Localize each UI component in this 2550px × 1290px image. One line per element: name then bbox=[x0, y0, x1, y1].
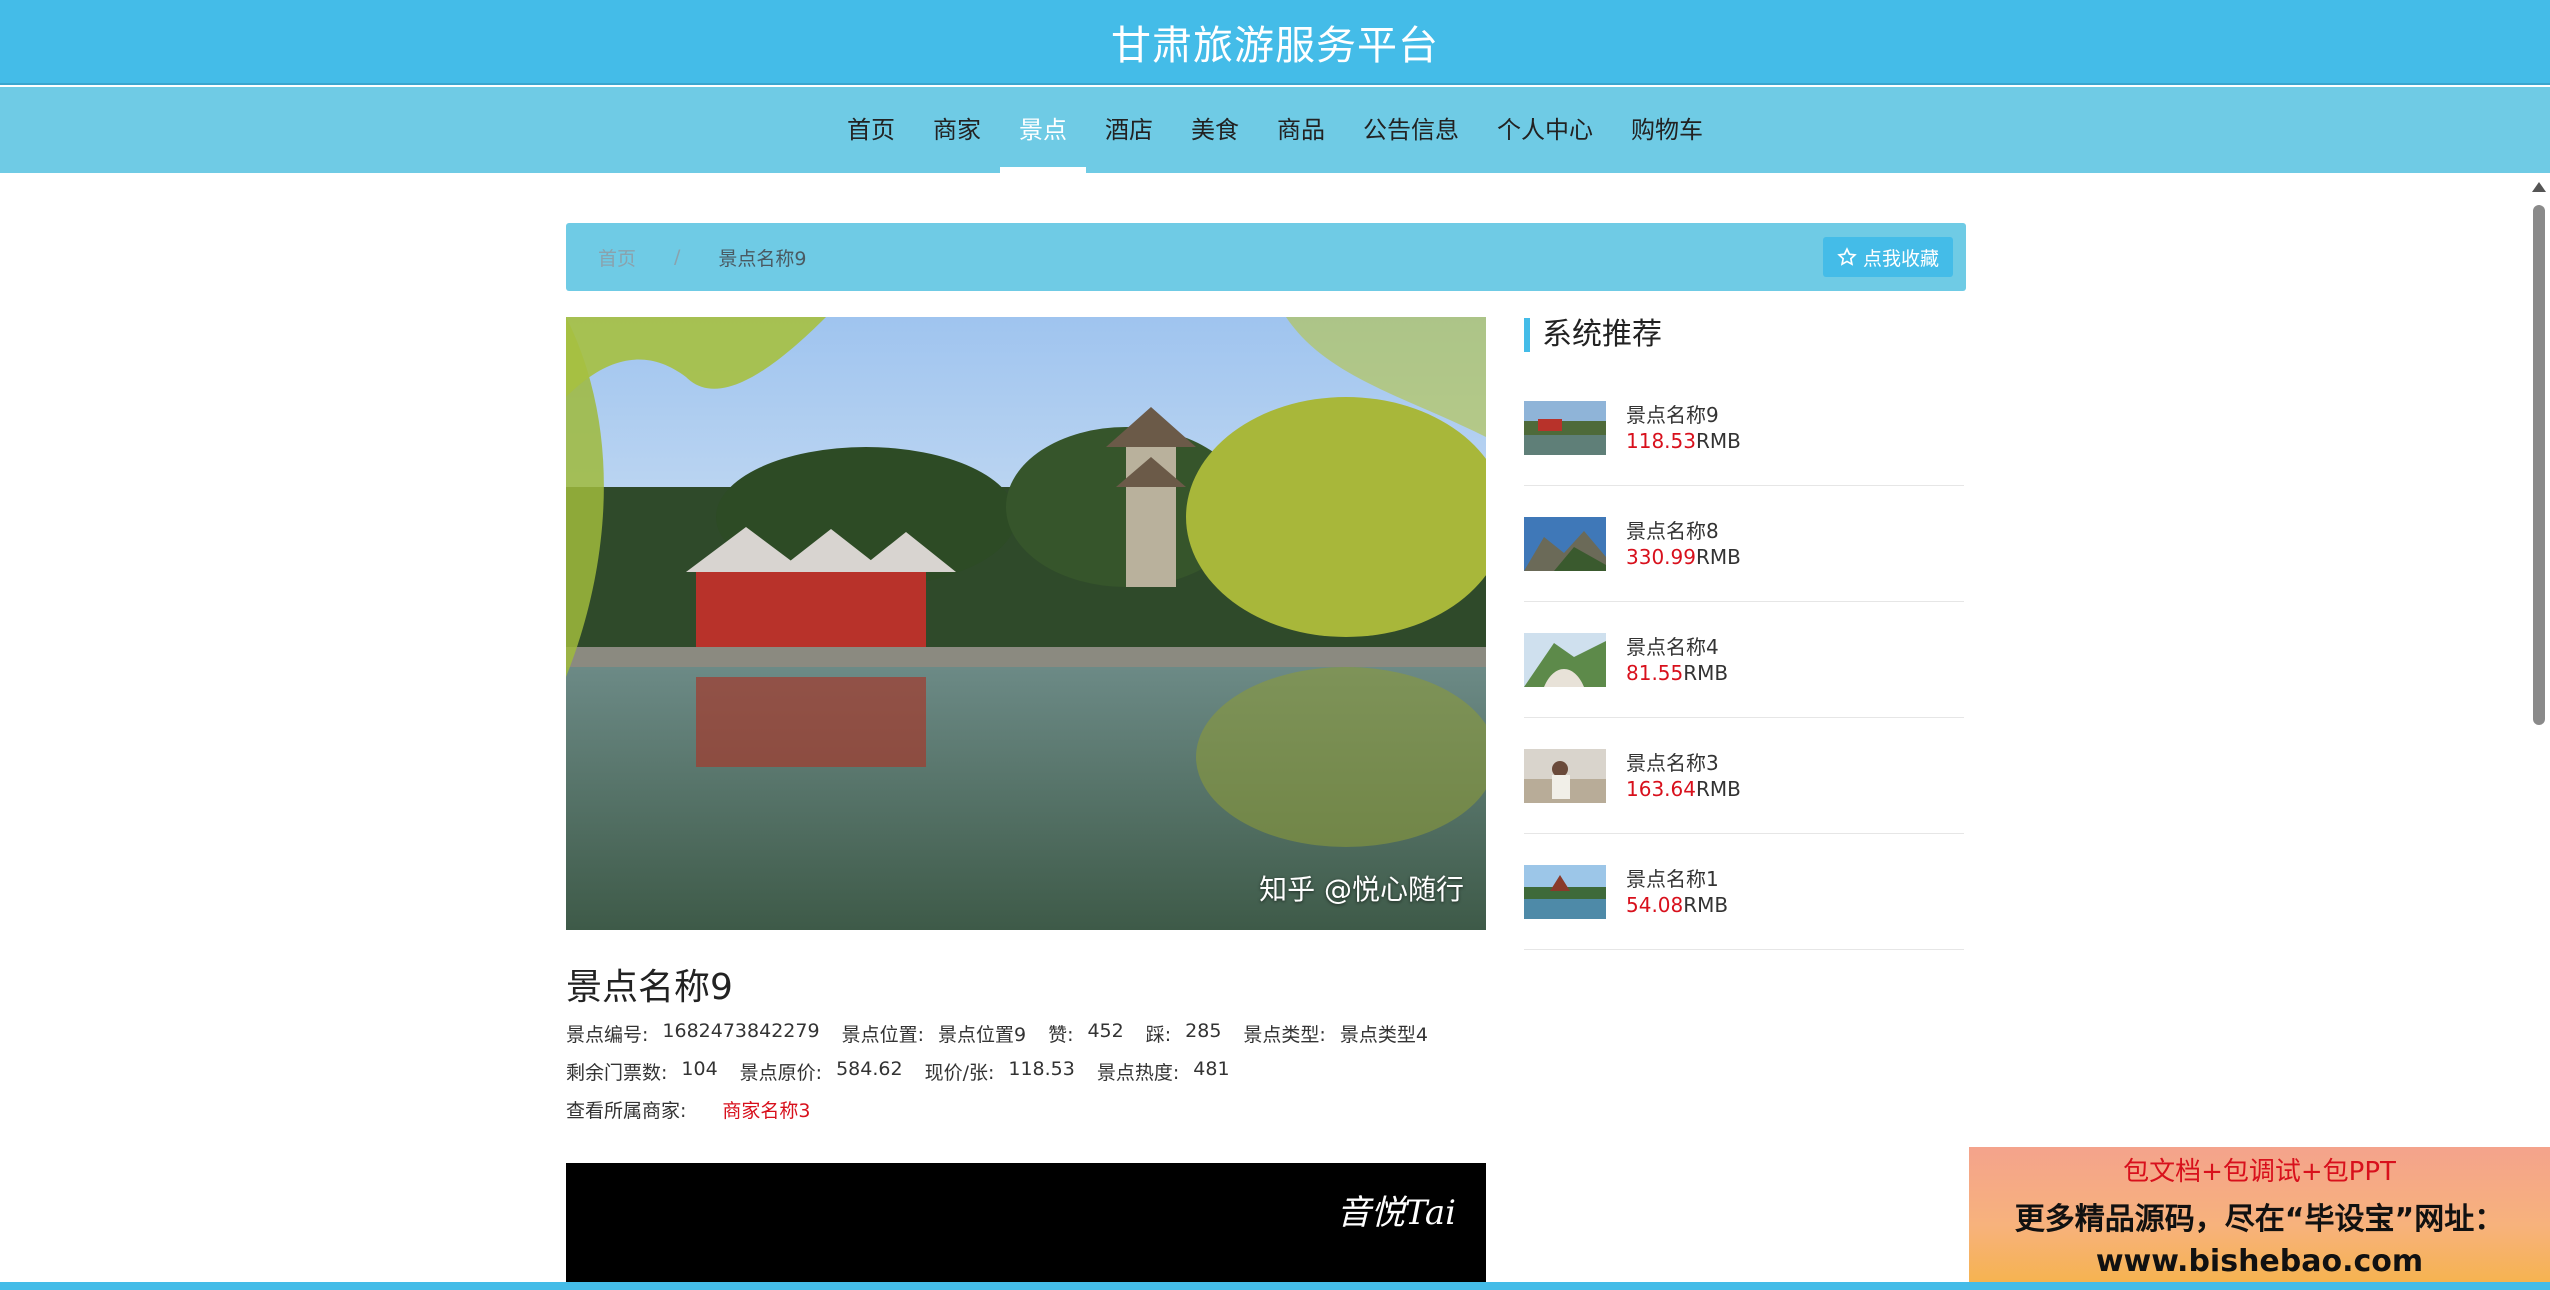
code-label: 景点编号: bbox=[566, 1024, 649, 1046]
recommend-item[interactable]: 景点名称9 118.53RMB bbox=[1524, 370, 1964, 486]
recommend-item[interactable]: 景点名称1 54.08RMB bbox=[1524, 834, 1964, 950]
type-value: 景点类型4 bbox=[1339, 1024, 1428, 1046]
nav-item-attractions[interactable]: 景点 bbox=[1000, 87, 1086, 173]
attraction-title: 景点名称9 bbox=[566, 967, 733, 1008]
like-label: 赞: bbox=[1048, 1024, 1074, 1046]
breadcrumb-home[interactable]: 首页 bbox=[598, 244, 636, 271]
site-header: 甘肃旅游服务平台 bbox=[0, 0, 2550, 85]
ad-line-2: 更多精品源码，尽在“毕设宝”网址： bbox=[2014, 1202, 2505, 1237]
recommend-item-unit: RMB bbox=[1683, 660, 1729, 685]
recommend-item-price: 163.64 bbox=[1626, 776, 1696, 801]
recommend-thumbnail bbox=[1524, 748, 1606, 803]
nav-item-notice[interactable]: 公告信息 bbox=[1344, 87, 1478, 173]
merchant-link[interactable]: 商家名称3 bbox=[722, 1096, 810, 1123]
dislike-value: 285 bbox=[1185, 1020, 1222, 1042]
recommend-item-name: 景点名称8 bbox=[1626, 518, 1719, 543]
heat-value: 481 bbox=[1193, 1058, 1230, 1080]
recommend-item-name: 景点名称9 bbox=[1626, 402, 1719, 427]
recommend-item-price: 330.99 bbox=[1626, 544, 1696, 569]
recommend-item-unit: RMB bbox=[1695, 544, 1741, 569]
breadcrumb: 首页 / 景点名称9 点我收藏 bbox=[566, 223, 1966, 291]
merchant-label: 查看所属商家: bbox=[566, 1100, 687, 1122]
recommend-thumbnail bbox=[1524, 400, 1606, 455]
location-value: 景点位置9 bbox=[937, 1024, 1027, 1046]
recommend-item[interactable]: 景点名称4 81.55RMB bbox=[1524, 602, 1964, 718]
recommend-thumbnail bbox=[1524, 516, 1606, 571]
ad-line-1: 包文档+包调试+包PPT bbox=[2123, 1157, 2396, 1187]
recommend-item-price: 118.53 bbox=[1626, 428, 1696, 453]
heat-label: 景点热度: bbox=[1096, 1062, 1180, 1084]
bottom-accent-bar bbox=[0, 1282, 2550, 1290]
video-player[interactable]: 音悦Tai bbox=[566, 1163, 1486, 1290]
nav-item-merchant[interactable]: 商家 bbox=[914, 87, 1000, 173]
recommend-item-name: 景点名称1 bbox=[1626, 866, 1719, 891]
cur-price-label: 现价/张: bbox=[924, 1062, 995, 1084]
recommend-item-name: 景点名称3 bbox=[1626, 750, 1719, 775]
recommend-item-unit: RMB bbox=[1683, 892, 1729, 917]
info-row-3: 查看所属商家: 商家名称3 bbox=[566, 1096, 811, 1123]
nav-item-cart[interactable]: 购物车 bbox=[1612, 87, 1722, 173]
attraction-main-image: 知乎 @悦心随行 bbox=[566, 317, 1486, 930]
recommend-item-unit: RMB bbox=[1695, 776, 1741, 801]
recommend-thumbnail bbox=[1524, 632, 1606, 687]
tickets-label: 剩余门票数: bbox=[566, 1062, 668, 1084]
favorite-button-label: 点我收藏 bbox=[1862, 247, 1939, 270]
type-label: 景点类型: bbox=[1243, 1024, 1326, 1046]
ad-banner[interactable]: 包文档+包调试+包PPT 更多精品源码，尽在“毕设宝”网址： www.bishe… bbox=[1969, 1147, 2550, 1290]
recommend-item[interactable]: 景点名称8 330.99RMB bbox=[1524, 486, 1964, 602]
recommend-item-price: 54.08 bbox=[1626, 892, 1684, 917]
scrollbar-thumb[interactable] bbox=[2533, 205, 2545, 725]
nav-item-goods[interactable]: 商品 bbox=[1258, 87, 1344, 173]
recommend-title: 系统推荐 bbox=[1524, 318, 1662, 352]
nav-item-profile[interactable]: 个人中心 bbox=[1478, 87, 1612, 173]
recommend-item-price: 81.55 bbox=[1626, 660, 1684, 685]
breadcrumb-current: 景点名称9 bbox=[718, 247, 807, 270]
recommend-thumbnail bbox=[1524, 864, 1606, 919]
site-title: 甘肃旅游服务平台 bbox=[1111, 22, 1439, 69]
main-nav: 首页 商家 景点 酒店 美食 商品 公告信息 个人中心 购物车 bbox=[0, 87, 2550, 173]
dislike-label: 踩: bbox=[1145, 1024, 1172, 1046]
nav-item-home[interactable]: 首页 bbox=[828, 87, 914, 173]
orig-price-value: 584.62 bbox=[836, 1058, 903, 1080]
recommend-item-unit: RMB bbox=[1695, 428, 1741, 453]
star-icon bbox=[1837, 247, 1857, 266]
favorite-button[interactable]: 点我收藏 bbox=[1822, 237, 1953, 277]
location-label: 景点位置: bbox=[841, 1024, 924, 1046]
nav-item-food[interactable]: 美食 bbox=[1172, 87, 1258, 173]
code-value: 1682473842279 bbox=[662, 1020, 820, 1042]
info-row-1: 景点编号: 1682473842279 景点位置: 景点位置9 赞: 452 踩… bbox=[566, 1020, 1450, 1047]
ad-line-3: www.bishebao.com bbox=[2095, 1244, 2424, 1279]
recommend-list: 景点名称9 118.53RMB 景点名称8 330.99RMB 景点名称4 81… bbox=[1524, 370, 1964, 950]
recommend-item[interactable]: 景点名称3 163.64RMB bbox=[1524, 718, 1964, 834]
image-watermark: 知乎 @悦心随行 bbox=[1259, 873, 1464, 906]
orig-price-label: 景点原价: bbox=[739, 1062, 823, 1084]
breadcrumb-separator: / bbox=[674, 246, 681, 268]
info-row-2: 剩余门票数: 104 景点原价: 584.62 现价/张: 118.53 景点热… bbox=[566, 1058, 1252, 1085]
nav-item-hotel[interactable]: 酒店 bbox=[1086, 87, 1172, 173]
cur-price-value: 118.53 bbox=[1008, 1058, 1075, 1080]
recommend-item-name: 景点名称4 bbox=[1626, 634, 1719, 659]
like-value: 452 bbox=[1087, 1020, 1124, 1042]
tickets-value: 104 bbox=[681, 1058, 718, 1080]
video-logo: 音悦Tai bbox=[1336, 1193, 1456, 1233]
scroll-up-arrow-icon[interactable] bbox=[2532, 182, 2546, 192]
